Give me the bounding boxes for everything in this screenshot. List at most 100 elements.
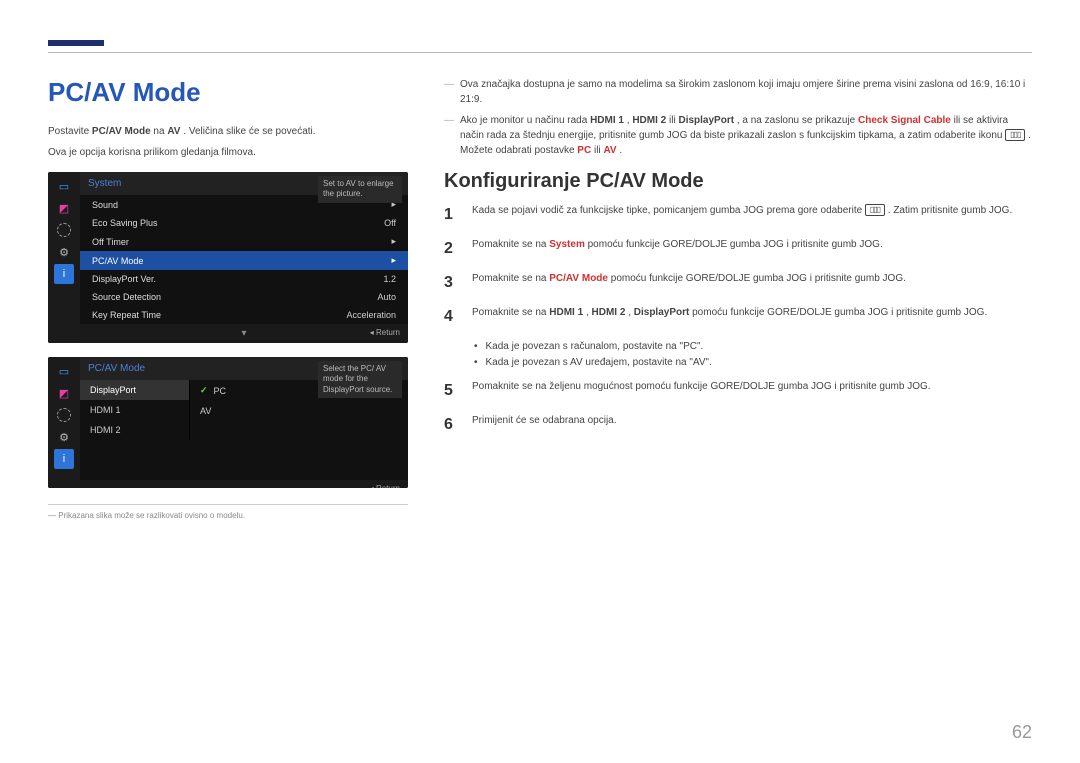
step-number: 1 [444,203,458,227]
text: na [153,126,167,137]
osd-row-value: 1.2 [383,274,396,284]
t-red: System [549,239,585,250]
osd-pcav-menu: Select the PC/ AV mode for the DisplayPo… [48,357,408,488]
osd2-row: AV [190,401,300,421]
t-red: PC/AV Mode [549,273,608,284]
t: pomoću funkcije GORE/DOLJE gumba JOG i p… [588,239,883,250]
t-bold: HDMI 2 [592,307,626,318]
osd-row: DisplayPort Ver. 1.2 [80,270,408,288]
page-title: PC/AV Mode [48,77,408,108]
text-bold: AV [167,126,180,137]
note-text: Ova značajka dostupna je samo na modelim… [460,77,1032,107]
menu-icon: ▯▯▯ [1005,129,1025,141]
picture-icon: ◩ [54,198,74,218]
osd-row-label: PC/AV Mode [92,256,143,266]
footnote-text: Prikazana slika može se razlikovati ovis… [58,511,245,520]
monitor-icon: ▭ [54,176,74,196]
t-bold: HDMI 1 [549,307,583,318]
osd-row-value: Auto [377,292,396,302]
t: pomoću funkcije GORE/DOLJE gumba JOG i p… [611,273,906,284]
t: . [619,145,622,156]
chevron-down-icon: ▾ [241,328,246,339]
text: Postavite [48,126,92,137]
osd-row-label: Key Repeat Time [92,310,161,320]
step-1: 1 Kada se pojavi vodič za funkcijske tip… [444,203,1032,227]
step-text: Pomaknite se na HDMI 1 , HDMI 2 , Displa… [472,305,987,329]
osd-row-label: Eco Saving Plus [92,218,158,228]
t: Pomaknite se na [472,273,549,284]
osd2-row-checked: ✓PC [190,380,300,401]
step-6: 6 Primijenit će se odabrana opcija. [444,413,1032,437]
osd-row-label: Source Detection [92,292,161,302]
osd-row-value: Off [384,218,396,228]
info-icon: i [54,449,74,469]
gear-icon: ⚙ [54,427,74,447]
bullet-text: Kada je povezan s AV uređajem, postavite… [486,355,712,371]
page: PC/AV Mode Postavite PC/AV Mode na AV . … [0,0,1080,763]
t-bold: HDMI 1 [590,115,624,126]
footnote: ― Prikazana slika može se razlikovati ov… [48,511,408,520]
osd-hint: Select the PC/ AV mode for the DisplayPo… [318,361,402,398]
step-number: 6 [444,413,458,437]
top-divider [48,52,1032,53]
section-heading: Konfiguriranje PC/AV Mode [444,170,1032,193]
osd-hint: Set to AV to enlarge the picture. [318,176,402,203]
t: Ako je monitor u načinu rada [460,115,590,126]
note-item: Ova značajka dostupna je samo na modelim… [444,77,1032,107]
chevron-right-icon: ▸ [391,255,396,266]
osd-row-label: DisplayPort Ver. [92,274,156,284]
osd-sidebar-icons: ▭ ◩ ⚙ i [48,357,80,488]
step-number: 3 [444,271,458,295]
menu-icon: ▯▯▯ [865,204,885,216]
osd-return: ◂ Return [370,328,400,337]
osd-row: Source Detection Auto [80,288,408,306]
t: Kada se pojavi vodič za funkcijske tipke… [472,205,865,216]
two-column-layout: PC/AV Mode Postavite PC/AV Mode na AV . … [48,77,1032,520]
sub-bullets: Kada je povezan s računalom, postavite n… [474,339,1032,371]
bullet-text: Kada je povezan s računalom, postavite n… [486,339,704,355]
note-list: Ova značajka dostupna je samo na modelim… [444,77,1032,158]
step-text: Pomaknite se na PC/AV Mode pomoću funkci… [472,271,906,295]
osd2-row: HDMI 2 [80,420,189,440]
monitor-icon: ▭ [54,361,74,381]
t: Pomaknite se na [472,239,549,250]
left-column: PC/AV Mode Postavite PC/AV Mode na AV . … [48,77,408,520]
osd2-source-column: DisplayPort HDMI 1 HDMI 2 [80,380,190,440]
target-icon [54,220,74,240]
step-number: 5 [444,379,458,403]
step-4: 4 Pomaknite se na HDMI 1 , HDMI 2 , Disp… [444,305,1032,329]
osd-row: Eco Saving Plus Off [80,214,408,232]
step-text: Pomaknite se na System pomoću funkcije G… [472,237,883,261]
text: . Veličina slike će se povećati. [183,126,315,137]
osd2-mode-column: ✓PC AV [190,380,300,440]
bullet: Kada je povezan s AV uređajem, postavite… [474,355,1032,371]
intro-line-2: Ova je opcija korisna prilikom gledanja … [48,145,408,160]
note-item: Ako je monitor u načinu rada HDMI 1 , HD… [444,113,1032,158]
osd-system-menu: Set to AV to enlarge the picture. ▭ ◩ ⚙ … [48,172,408,343]
t-red: Check Signal Cable [858,115,951,126]
page-accent-bar [48,40,104,46]
step-text: Kada se pojavi vodič za funkcijske tipke… [472,203,1012,227]
osd-return: ◂ Return [370,484,400,488]
t: . Zatim pritisnite gumb JOG. [888,205,1012,216]
note-text: Ako je monitor u načinu rada HDMI 1 , HD… [460,113,1032,158]
t-bold: HDMI 2 [632,115,666,126]
text-bold: PC/AV Mode [92,126,151,137]
return-label: Return [376,328,400,337]
target-icon [54,405,74,425]
t: pomoću funkcije GORE/DOLJE gumba JOG i p… [692,307,987,318]
info-icon: i [54,264,74,284]
t-red: AV [603,145,616,156]
step-5: 5 Pomaknite se na željenu mogućnost pomo… [444,379,1032,403]
step-text: Primijenit će se odabrana opcija. [472,413,617,437]
right-column: Ova značajka dostupna je samo na modelim… [444,77,1032,520]
step-text: Pomaknite se na željenu mogućnost pomoću… [472,379,931,403]
osd-row-label: Sound [92,200,118,210]
osd-row-value: Acceleration [346,310,396,320]
bullet: Kada je povezan s računalom, postavite n… [474,339,1032,355]
step-number: 4 [444,305,458,329]
osd-row: Off Timer▸ [80,232,408,251]
t: , a na zaslonu se prikazuje [737,115,858,126]
osd2-value: PC [214,386,227,396]
intro-line-1: Postavite PC/AV Mode na AV . Veličina sl… [48,124,408,139]
